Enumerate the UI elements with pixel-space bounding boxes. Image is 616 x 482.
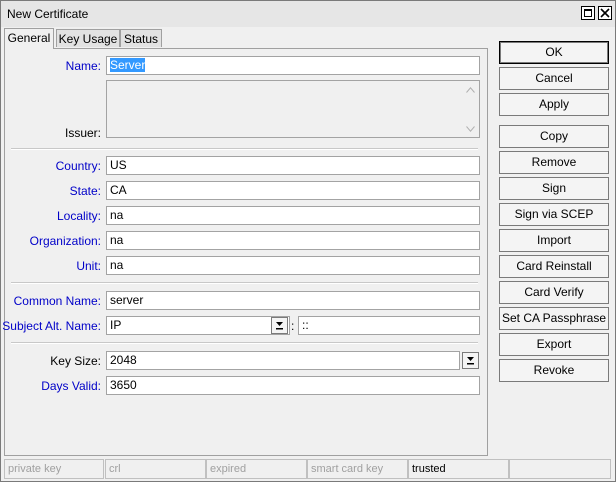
locality-label: Locality:	[56, 209, 101, 223]
common-name-label: Common Name:	[13, 294, 101, 308]
key-size-dropdown-icon[interactable]	[462, 352, 479, 369]
scroll-down-icon[interactable]	[466, 126, 475, 132]
state-field[interactable]: CA	[106, 181, 480, 200]
issuer-label: Issuer:	[64, 126, 101, 140]
cancel-button[interactable]: Cancel	[499, 67, 609, 90]
status-crl: crl	[105, 459, 206, 479]
status-empty	[509, 459, 611, 479]
divider	[11, 282, 478, 284]
country-field[interactable]: US	[106, 156, 480, 175]
san-type-dropdown-icon[interactable]	[271, 317, 288, 334]
unit-field[interactable]: na	[106, 256, 480, 275]
country-label: Country:	[55, 159, 101, 173]
card-reinstall-button[interactable]: Card Reinstall	[499, 255, 609, 278]
maximize-icon[interactable]	[581, 6, 595, 20]
status-trusted: trusted	[408, 459, 509, 479]
revoke-button[interactable]: Revoke	[499, 359, 609, 382]
name-value: Server	[110, 58, 146, 72]
tab-general[interactable]: General	[4, 28, 54, 49]
set-ca-passphrase-button[interactable]: Set CA Passphrase	[499, 307, 609, 330]
sign-button[interactable]: Sign	[499, 177, 609, 200]
window-title: New Certificate	[7, 7, 89, 21]
issuer-field[interactable]	[106, 80, 480, 138]
locality-field[interactable]: na	[106, 206, 480, 225]
apply-button[interactable]: Apply	[499, 93, 609, 116]
close-icon[interactable]	[598, 6, 612, 20]
state-label: State:	[69, 184, 101, 198]
status-bar: private key crl expired smart card key t…	[1, 458, 615, 480]
subject-alt-name-label: Subject Alt. Name:	[2, 319, 101, 333]
san-separator: :	[291, 319, 295, 333]
import-button[interactable]: Import	[499, 229, 609, 252]
scroll-up-icon[interactable]	[466, 87, 475, 93]
key-size-label: Key Size:	[50, 354, 101, 368]
status-smart-card-key: smart card key	[307, 459, 408, 479]
ok-button[interactable]: OK	[499, 41, 609, 64]
common-name-field[interactable]: server	[106, 291, 480, 310]
card-verify-button[interactable]: Card Verify	[499, 281, 609, 304]
remove-button[interactable]: Remove	[499, 151, 609, 174]
tab-key-usage[interactable]: Key Usage	[56, 29, 120, 47]
name-label: Name:	[65, 59, 101, 73]
san-type-select[interactable]: IP	[106, 316, 290, 335]
days-valid-label: Days Valid:	[41, 379, 101, 393]
status-private-key: private key	[4, 459, 104, 479]
organization-label: Organization:	[29, 234, 101, 248]
export-button[interactable]: Export	[499, 333, 609, 356]
name-field[interactable]: Server	[106, 56, 480, 75]
title-bar: New Certificate	[1, 1, 615, 27]
divider	[11, 148, 478, 150]
days-valid-field[interactable]: 3650	[106, 376, 480, 395]
key-size-select[interactable]: 2048	[106, 351, 460, 370]
status-expired: expired	[206, 459, 307, 479]
organization-field[interactable]: na	[106, 231, 480, 250]
new-certificate-window: New Certificate General Key Usage Status…	[0, 0, 616, 482]
san-value-field[interactable]: ::	[298, 316, 480, 335]
unit-label: Unit:	[76, 259, 101, 273]
sign-via-scep-button[interactable]: Sign via SCEP	[499, 203, 609, 226]
divider	[11, 342, 478, 344]
tab-status[interactable]: Status	[120, 29, 162, 47]
copy-button[interactable]: Copy	[499, 125, 609, 148]
